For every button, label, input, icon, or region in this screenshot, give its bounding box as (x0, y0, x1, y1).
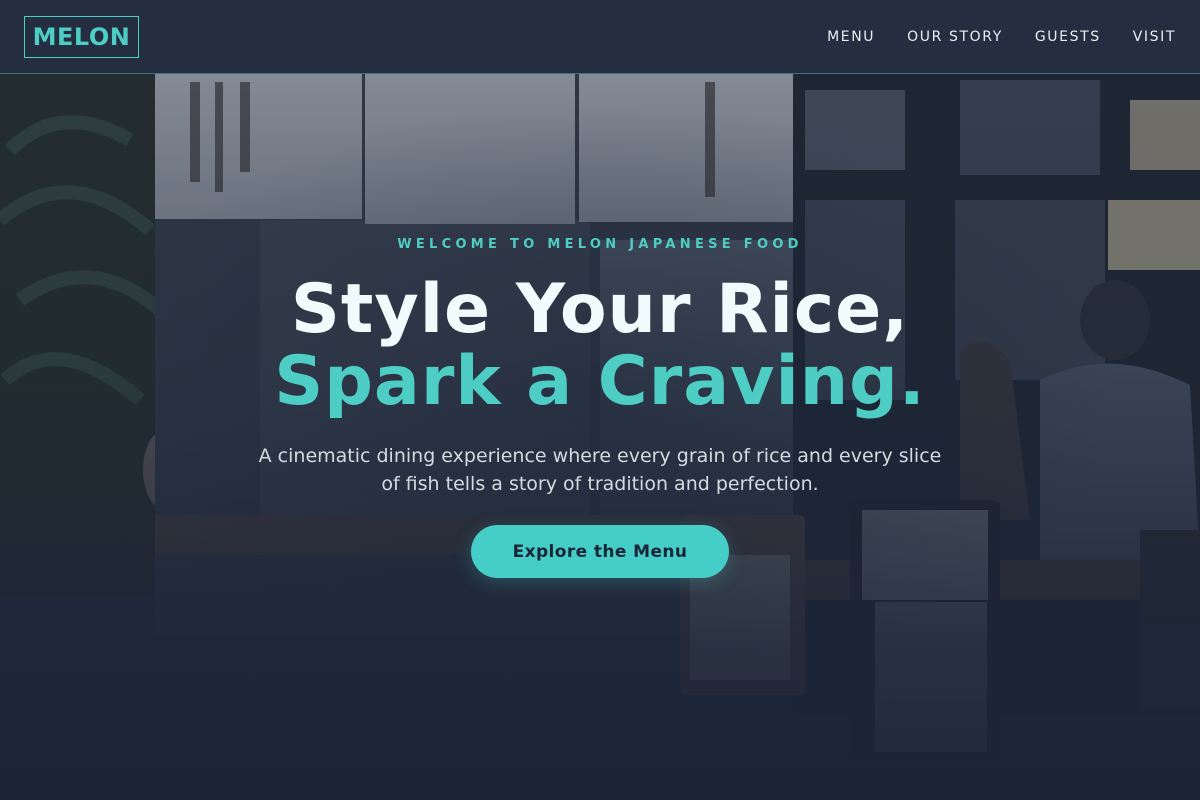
hero-subtitle: A cinematic dining experience where ever… (258, 445, 942, 495)
hero-section: WELCOME TO MELON JAPANESE FOOD Style You… (0, 0, 1200, 800)
hero-eyebrow: WELCOME TO MELON JAPANESE FOOD (397, 237, 803, 252)
explore-menu-button[interactable]: Explore the Menu (471, 525, 729, 578)
hero-headline-line2: Spark a Craving. (274, 342, 926, 421)
hero-headline-line1: Style Your Rice, (290, 270, 910, 349)
